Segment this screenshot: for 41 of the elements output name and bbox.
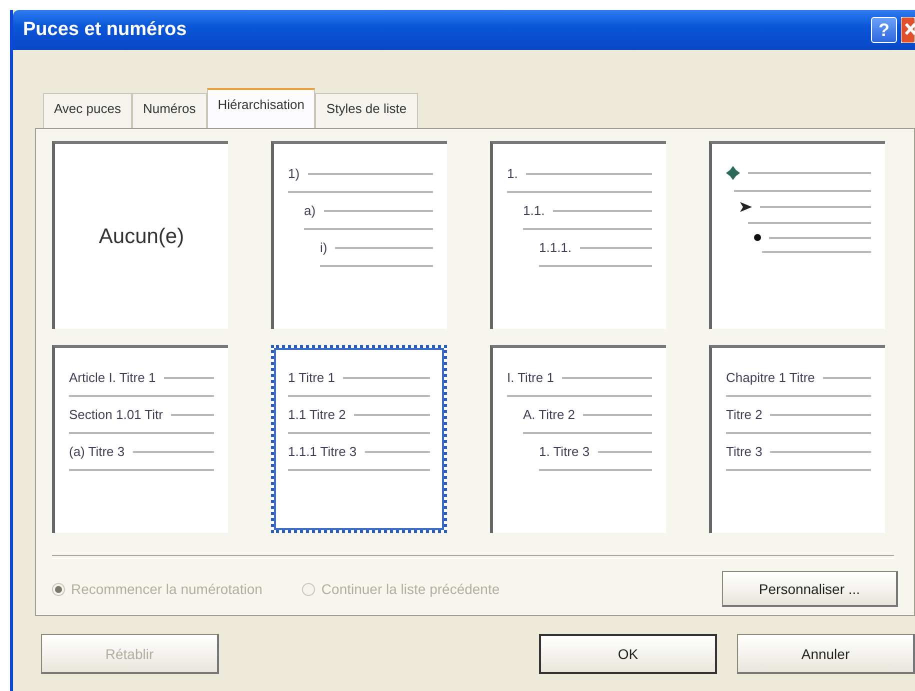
arrowhead-bullet-icon [740,202,752,212]
diamond-bullet-icon [726,166,740,180]
level-label: 1) [288,166,300,181]
list-style-tile[interactable]: Aucun(e) [52,141,228,329]
tab[interactable]: Numéros [132,93,207,128]
list-style-tile[interactable]: 1. 1.1. 1.1.1. [490,141,666,329]
dot-bullet-icon [754,234,761,241]
level-label: 1.1.1. [539,240,572,255]
level-label: i) [320,240,328,255]
dialog-button[interactable]: Annuler [737,634,915,674]
level-label: 1.1 Titre 2 [288,407,346,422]
list-style-tile[interactable] [709,141,885,329]
tab[interactable]: Avec puces [43,93,132,128]
list-style-tile[interactable]: Article I. Titre 1 Section 1.01 Titr (a) Titre 3 [52,345,228,533]
customize-button[interactable]: Personnaliser ... [722,571,898,607]
level-label: 1 Titre 1 [288,370,335,385]
level-label: Section 1.01 Titr [69,407,163,422]
dialog-button[interactable]: OK [539,634,717,674]
option-label: Continuer la liste précédente [321,581,500,597]
level-label: (a) Titre 3 [69,444,125,459]
close-icon[interactable] [901,17,915,43]
list-style-tile[interactable]: 1) a) i) [271,141,447,329]
list-style-tile[interactable]: I. Titre 1 A. Titre 2 1. Titre 3 [490,345,666,533]
list-style-tile[interactable]: 1 Titre 1 1.1 Titre 2 1.1.1 Titre 3 [271,345,447,533]
level-label: Titre 3 [726,444,762,459]
level-label: 1. Titre 3 [539,444,590,459]
level-label: 1.1.1 Titre 3 [288,444,357,459]
window-title: Puces et numéros [23,19,188,41]
level-label: a) [304,203,316,218]
tab[interactable]: Hiérarchisation [206,88,316,128]
level-label: 1.1. [523,203,545,218]
tab[interactable]: Styles de liste [315,93,418,128]
level-label: Article I. Titre 1 [69,370,156,385]
level-label: Titre 2 [726,407,762,422]
level-label: 1. [507,166,518,181]
level-label: I. Titre 1 [507,370,554,385]
level-label: A. Titre 2 [523,407,576,422]
option-label: Recommencer la numérotation [71,581,262,597]
list-style-tile[interactable]: Chapitre 1 Titre Titre 2 Titre 3 [709,345,885,533]
none-label: Aucun(e) [98,224,184,248]
level-label: Chapitre 1 Titre [726,370,815,385]
